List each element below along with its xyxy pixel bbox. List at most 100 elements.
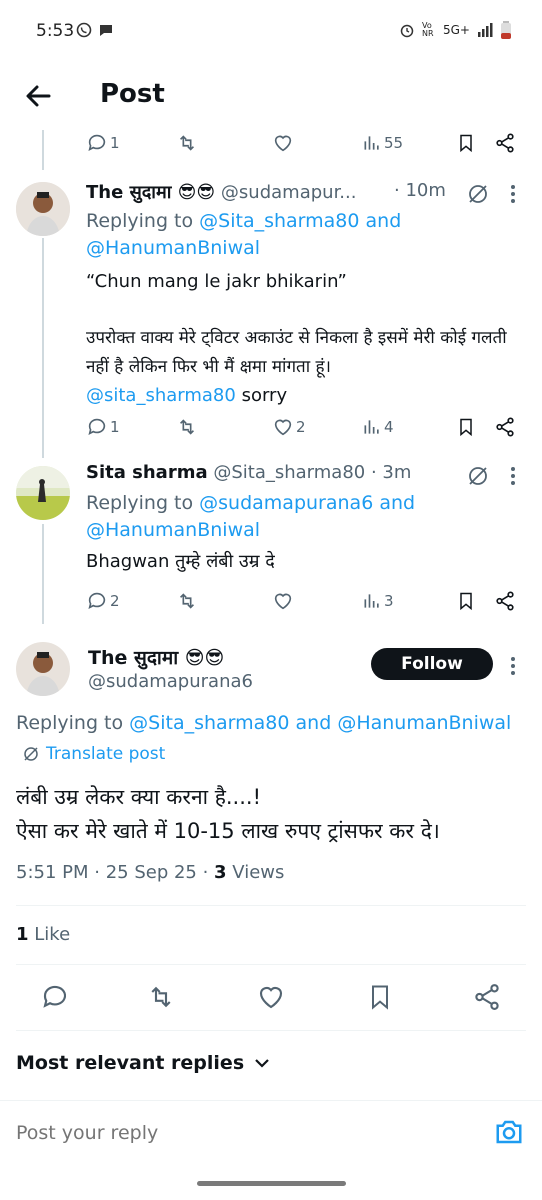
- share-button[interactable]: [494, 413, 516, 441]
- display-name[interactable]: The सुदामा 😎😎: [86, 182, 215, 203]
- message-icon: [100, 25, 112, 36]
- display-name[interactable]: The सुदामा 😎😎: [88, 644, 224, 670]
- grok-icon[interactable]: [466, 182, 490, 206]
- app-bar: Post: [0, 62, 542, 130]
- replying-to: Replying to @sudamapurana6 and @HanumanB…: [86, 492, 416, 541]
- reply-icon[interactable]: [40, 982, 70, 1012]
- post-meta: 5:51 PM · 25 Sep 25 · 3 Views: [16, 862, 285, 883]
- mention-link[interactable]: @HanumanBniwal: [337, 712, 511, 734]
- retweet-icon: [179, 419, 195, 435]
- retweet-button[interactable]: [176, 587, 198, 615]
- reply-tweet[interactable]: The सुदामा 😎😎 @sudamapur... · 10m Replyi…: [0, 180, 542, 440]
- mention-link[interactable]: @sudamapurana6: [199, 492, 373, 514]
- alarm-icon: [400, 24, 414, 38]
- grok-icon[interactable]: [466, 464, 490, 488]
- replying-to: Replying to @Sita_sharma80 and @HanumanB…: [86, 210, 402, 259]
- mention-link[interactable]: @HanumanBniwal: [86, 237, 260, 259]
- share-icon: [496, 417, 514, 437]
- mention-link[interactable]: @sita_sharma80: [86, 385, 236, 406]
- mention-link[interactable]: @Sita_sharma80: [129, 712, 289, 734]
- status-time: 5:53: [36, 21, 75, 41]
- reply-button[interactable]: 1: [86, 413, 120, 441]
- handle[interactable]: @sudamapur...: [221, 182, 357, 203]
- bookmark-button[interactable]: [456, 129, 476, 157]
- camera-icon[interactable]: [494, 1118, 524, 1146]
- handle[interactable]: @Sita_sharma80: [213, 462, 365, 483]
- chevron-down-icon: [255, 1059, 269, 1068]
- views-icon: [364, 594, 379, 608]
- like-button[interactable]: [272, 587, 294, 615]
- bookmark-icon: [460, 592, 472, 611]
- bookmark-button[interactable]: [456, 413, 476, 441]
- bookmark-button[interactable]: [456, 587, 476, 615]
- network-label: 5G+: [443, 23, 470, 37]
- grok-icon: [24, 747, 38, 761]
- views-icon: [364, 420, 379, 434]
- retweet-button[interactable]: [176, 413, 198, 441]
- home-indicator[interactable]: [197, 1181, 346, 1186]
- like-button[interactable]: [272, 129, 294, 157]
- reply-header: Sita sharma @Sita_sharma80 · 3m: [86, 462, 456, 490]
- share-icon[interactable]: [472, 982, 502, 1012]
- views-button[interactable]: 4: [362, 413, 394, 441]
- replies-sort-dropdown[interactable]: Most relevant replies: [16, 1052, 270, 1074]
- translate-post-link[interactable]: Translate post: [22, 744, 165, 764]
- reply-icon: [88, 418, 106, 435]
- views-button[interactable]: 55: [362, 129, 403, 157]
- bookmark-icon: [460, 134, 472, 153]
- share-icon: [496, 133, 514, 153]
- bookmark-icon: [460, 418, 472, 437]
- tweet-actions: 2 3: [86, 587, 526, 615]
- avatar[interactable]: [16, 182, 70, 236]
- back-arrow-icon[interactable]: [22, 80, 54, 112]
- thread-line: [42, 130, 44, 170]
- retweet-icon: [179, 593, 195, 609]
- views-button[interactable]: 3: [362, 587, 394, 615]
- divider: [16, 905, 526, 906]
- heart-icon: [274, 593, 292, 610]
- post-actions: [0, 982, 542, 1014]
- more-icon[interactable]: [510, 656, 516, 676]
- avatar[interactable]: [16, 642, 70, 696]
- share-button[interactable]: [494, 587, 516, 615]
- reply-icon: [88, 134, 106, 151]
- timestamp: · 10m: [394, 180, 446, 201]
- display-name[interactable]: Sita sharma: [86, 462, 208, 483]
- views-count[interactable]: 3: [214, 862, 227, 883]
- timestamp: · 3m: [370, 462, 412, 483]
- like-button[interactable]: 2: [272, 413, 306, 441]
- handle[interactable]: @sudamapurana6: [88, 671, 253, 692]
- retweet-button[interactable]: [176, 129, 198, 157]
- reply-input[interactable]: [16, 1122, 456, 1144]
- tweet-actions: 1 55: [86, 129, 526, 157]
- heart-icon: [274, 419, 292, 436]
- whatsapp-icon: [76, 22, 92, 38]
- reply-button[interactable]: 1: [86, 129, 120, 157]
- tweet-actions: 1 2 4: [86, 413, 526, 441]
- views-icon: [364, 136, 379, 150]
- heart-icon: [274, 135, 292, 152]
- more-icon[interactable]: [510, 466, 516, 486]
- share-button[interactable]: [494, 129, 516, 157]
- mention-link[interactable]: @HanumanBniwal: [86, 519, 260, 541]
- more-icon[interactable]: [510, 184, 516, 204]
- post-text: लंबी उम्र लेकर क्या करना है....! ऐसा कर …: [16, 785, 440, 843]
- likes-count[interactable]: 1 Like: [16, 924, 70, 945]
- reply-button[interactable]: 2: [86, 587, 120, 615]
- bookmark-icon[interactable]: [366, 982, 394, 1012]
- divider: [16, 964, 526, 965]
- divider: [0, 1100, 542, 1101]
- follow-button[interactable]: Follow: [371, 648, 493, 680]
- avatar[interactable]: [16, 466, 70, 520]
- heart-icon[interactable]: [256, 982, 286, 1012]
- tweet-text: Bhagwan तुम्हे लंबी उम्र दे: [86, 551, 275, 572]
- tweet-text: “Chun mang le jakr bhikarin” उपरोक्त वाक…: [86, 271, 507, 406]
- reply-icon: [88, 592, 106, 609]
- mention-link[interactable]: @Sita_sharma80: [199, 210, 359, 232]
- reply-tweet[interactable]: Sita sharma @Sita_sharma80 · 3m Replying…: [0, 462, 542, 582]
- battery-icon: [501, 21, 511, 39]
- replying-to: Replying to @Sita_sharma80 and @HanumanB…: [16, 712, 512, 734]
- page-title: Post: [100, 79, 165, 109]
- retweet-icon[interactable]: [146, 982, 176, 1012]
- retweet-icon: [179, 135, 195, 151]
